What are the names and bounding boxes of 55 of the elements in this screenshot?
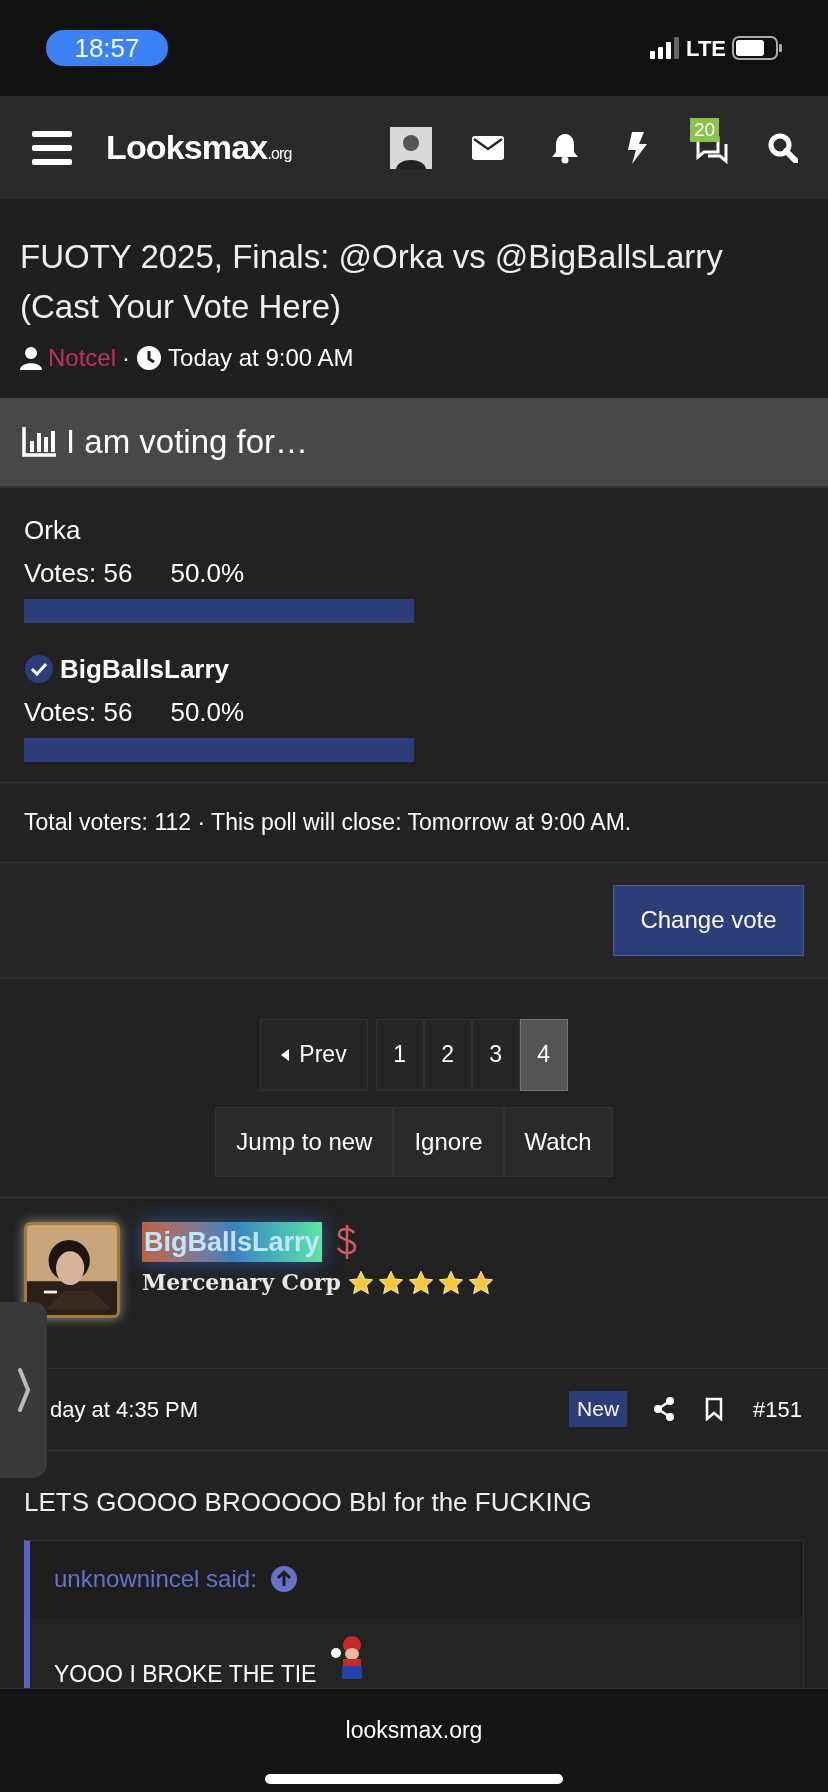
page-button[interactable]: 1	[375, 1018, 424, 1091]
clock-icon	[136, 345, 163, 371]
share-icon[interactable]	[653, 1397, 676, 1421]
side-drawer-tab[interactable]	[0, 1302, 47, 1478]
caret-left-icon	[281, 1048, 290, 1061]
vote-count: Votes: 56	[24, 696, 133, 729]
bell-icon[interactable]	[550, 131, 580, 164]
star-icon	[346, 1268, 375, 1297]
arrow-up-circle-icon[interactable]	[270, 1565, 297, 1592]
quote-text: YOOO I BROKE THE TIE	[54, 1659, 317, 1689]
thread-action-button[interactable]: Jump to new	[215, 1106, 394, 1177]
star-icon	[436, 1268, 465, 1297]
poll-heading: I am voting for…	[66, 422, 309, 463]
page-button[interactable]: 4	[519, 1018, 568, 1091]
post-body: LETS GOOOO BROOOOO Bbl for the FUCKING	[24, 1485, 593, 1519]
separator-dot: ·	[122, 343, 131, 373]
user-icon	[20, 346, 42, 370]
poll-summary: Total voters: 112 · This poll will close: Tomorrow at 9:00 AM.	[24, 809, 632, 835]
thread-date: Today at 9:00 AM	[168, 343, 354, 373]
user-rank: Mercenary Corp	[142, 1268, 341, 1297]
chevron-right-icon	[16, 1368, 31, 1412]
vote-percent: 50.0%	[170, 557, 245, 590]
star-icon	[466, 1268, 495, 1297]
bookmark-icon[interactable]	[705, 1397, 724, 1421]
network-label: LTE	[686, 34, 726, 63]
vote-count: Votes: 56	[24, 557, 133, 590]
search-icon[interactable]	[768, 132, 798, 163]
page-button[interactable]: 3	[471, 1018, 520, 1091]
new-badge: New	[569, 1391, 628, 1427]
status-time: 18:57	[46, 30, 168, 66]
post-date: day at 4:35 PM	[50, 1395, 198, 1424]
mail-icon[interactable]	[472, 135, 504, 160]
bolt-icon[interactable]	[626, 131, 648, 164]
star-icon	[406, 1268, 435, 1297]
battery-icon	[732, 36, 782, 60]
prev-page-button[interactable]: Prev	[260, 1018, 368, 1091]
signal-icon	[650, 37, 681, 59]
page-button[interactable]: 2	[423, 1018, 472, 1091]
poll-option-label: Orka	[24, 513, 81, 547]
change-vote-button[interactable]: Change vote	[613, 884, 804, 956]
notification-badge: 20	[690, 117, 720, 142]
vote-percent: 50.0%	[170, 696, 245, 729]
thread-title: FUOTY 2025, Finals: @Orka vs @BigBallsLarry (Cast Your Vote Here)	[20, 237, 724, 327]
quote-author[interactable]: unknownincel said:	[54, 1560, 257, 1597]
dollar-icon	[335, 1223, 358, 1260]
browser-url[interactable]: looksmax.org	[345, 1713, 483, 1748]
poll-option-label: BigBallsLarry	[60, 652, 230, 686]
site-logo[interactable]: Looksmax.org	[106, 122, 292, 173]
menu-icon[interactable]	[32, 130, 72, 165]
bar-chart-icon	[22, 427, 56, 457]
thread-action-button[interactable]: Watch	[503, 1106, 613, 1177]
star-icon	[376, 1268, 405, 1297]
post-number[interactable]: #151	[753, 1392, 802, 1426]
user-avatar[interactable]	[390, 126, 432, 169]
thread-action-button[interactable]: Ignore	[393, 1106, 504, 1177]
